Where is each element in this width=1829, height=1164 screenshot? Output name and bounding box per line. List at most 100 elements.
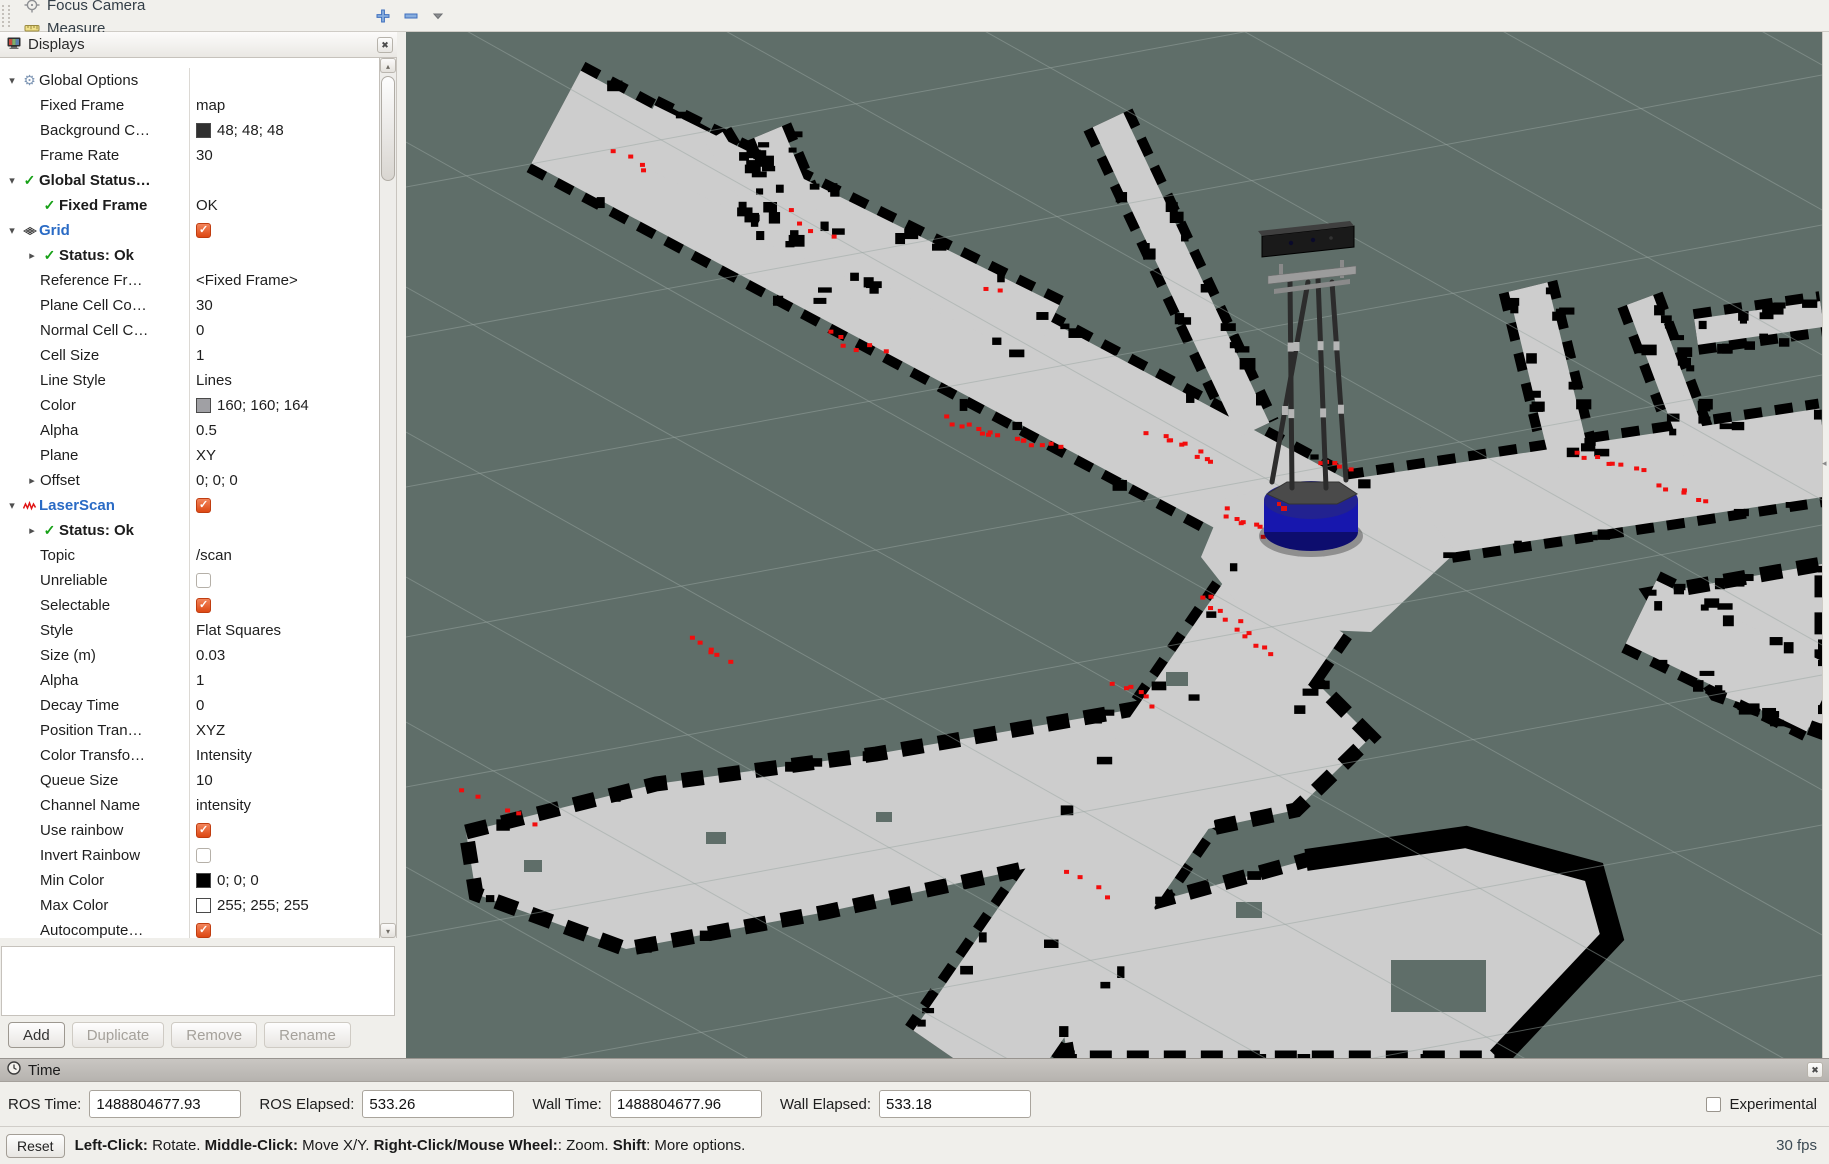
wall-time-input[interactable] [610,1090,762,1118]
property-value-cell[interactable]: Lines [190,368,377,393]
property-row-reference-fr[interactable]: Reference Fr…<Fixed Frame> [0,268,377,293]
property-value-cell[interactable]: XY [190,443,377,468]
tree-scrollbar[interactable]: ▴ ▾ [379,58,396,938]
property-value-cell[interactable]: 160; 160; 164 [190,393,377,418]
property-row-invert-rainbow[interactable]: Invert Rainbow [0,843,377,868]
right-dock-splitter[interactable]: ◂ [1822,32,1829,1058]
property-value-cell[interactable] [190,918,377,938]
property-row-autocompute[interactable]: Autocompute… [0,918,377,938]
property-row-global-status[interactable]: ▾✓Global Status… [0,168,377,193]
property-row-frame-rate[interactable]: Frame Rate30 [0,143,377,168]
property-row-plane[interactable]: PlaneXY [0,443,377,468]
property-value-cell[interactable]: 1 [190,343,377,368]
time-panel-header[interactable]: Time ✖ [0,1058,1829,1082]
close-icon[interactable]: ✖ [377,37,393,53]
property-row-status-ok[interactable]: ▸✓Status: Ok [0,518,377,543]
remove-button[interactable]: Remove [171,1022,257,1048]
add-tool-button[interactable] [373,6,393,26]
property-row-style[interactable]: StyleFlat Squares [0,618,377,643]
displays-panel-header[interactable]: Displays ✖ [0,32,397,58]
remove-tool-button[interactable] [401,6,421,26]
property-value-cell[interactable]: OK [190,193,377,218]
property-row-global-options[interactable]: ▾⚙Global Options [0,68,377,93]
expander-closed-icon[interactable]: ▸ [24,249,40,262]
property-value-cell[interactable]: 1 [190,668,377,693]
checkbox-unchecked[interactable] [196,573,211,588]
scroll-down-icon[interactable]: ▾ [380,923,396,938]
property-value-cell[interactable] [190,568,377,593]
property-value-cell[interactable]: 0.5 [190,418,377,443]
property-row-grid[interactable]: ▾Grid [0,218,377,243]
property-value-cell[interactable]: /scan [190,543,377,568]
property-value-cell[interactable]: 0; 0; 0 [190,868,377,893]
property-row-color[interactable]: Color160; 160; 164 [0,393,377,418]
scrollbar-thumb[interactable] [381,76,395,181]
duplicate-button[interactable]: Duplicate [72,1022,165,1048]
property-row-alpha[interactable]: Alpha0.5 [0,418,377,443]
property-value-cell[interactable]: 0 [190,693,377,718]
color-swatch[interactable] [196,398,211,413]
property-row-status-ok[interactable]: ▸✓Status: Ok [0,243,377,268]
collapse-arrow-icon[interactable]: ◂ [1822,458,1827,469]
property-value-cell[interactable]: 255; 255; 255 [190,893,377,918]
property-value-cell[interactable] [190,493,377,518]
property-row-fixed-frame[interactable]: Fixed Framemap [0,93,377,118]
reset-button[interactable]: Reset [6,1134,65,1158]
expander-closed-icon[interactable]: ▸ [24,474,40,487]
property-value-cell[interactable]: map [190,93,377,118]
property-row-use-rainbow[interactable]: Use rainbow [0,818,377,843]
tool-options-button[interactable] [429,6,447,26]
property-row-alpha[interactable]: Alpha1 [0,668,377,693]
property-value-cell[interactable] [190,843,377,868]
property-value-cell[interactable]: XYZ [190,718,377,743]
expander-open-icon[interactable]: ▾ [4,224,20,237]
property-row-fixed-frame[interactable]: ✓Fixed FrameOK [0,193,377,218]
property-value-cell[interactable]: <Fixed Frame> [190,268,377,293]
property-row-color-transfo[interactable]: Color Transfo…Intensity [0,743,377,768]
property-value-cell[interactable] [190,818,377,843]
property-value-cell[interactable]: 0; 0; 0 [190,468,377,493]
color-swatch[interactable] [196,898,211,913]
scroll-up-icon[interactable]: ▴ [380,58,396,73]
property-value-cell[interactable]: 0 [190,318,377,343]
wall-elapsed-input[interactable] [879,1090,1031,1118]
color-swatch[interactable] [196,873,211,888]
property-row-channel-name[interactable]: Channel Nameintensity [0,793,377,818]
property-value-cell[interactable]: 30 [190,143,377,168]
checkbox-checked[interactable] [196,498,211,513]
property-row-line-style[interactable]: Line StyleLines [0,368,377,393]
property-value-cell[interactable]: 48; 48; 48 [190,118,377,143]
property-value-cell[interactable]: Intensity [190,743,377,768]
tool-focus-camera[interactable]: Focus Camera [16,0,175,17]
add-button[interactable]: Add [8,1022,65,1048]
property-value-cell[interactable]: 30 [190,293,377,318]
property-row-plane-cell-co[interactable]: Plane Cell Co…30 [0,293,377,318]
property-row-queue-size[interactable]: Queue Size10 [0,768,377,793]
property-value-cell[interactable]: 0.03 [190,643,377,668]
expander-closed-icon[interactable]: ▸ [24,524,40,537]
property-row-background-c[interactable]: Background C…48; 48; 48 [0,118,377,143]
expander-open-icon[interactable]: ▾ [4,74,20,87]
property-row-size-m[interactable]: Size (m)0.03 [0,643,377,668]
property-row-offset[interactable]: ▸Offset0; 0; 0 [0,468,377,493]
expander-open-icon[interactable]: ▾ [4,499,20,512]
property-row-laserscan[interactable]: ▾LaserScan [0,493,377,518]
property-row-max-color[interactable]: Max Color255; 255; 255 [0,893,377,918]
property-row-unreliable[interactable]: Unreliable [0,568,377,593]
property-value-cell[interactable]: 10 [190,768,377,793]
property-row-min-color[interactable]: Min Color0; 0; 0 [0,868,377,893]
color-swatch[interactable] [196,123,211,138]
property-value-cell[interactable] [190,218,377,243]
3d-viewport[interactable] [406,32,1822,1058]
property-row-normal-cell-c[interactable]: Normal Cell C…0 [0,318,377,343]
expander-open-icon[interactable]: ▾ [4,174,20,187]
property-row-selectable[interactable]: Selectable [0,593,377,618]
property-row-topic[interactable]: Topic/scan [0,543,377,568]
property-value-cell[interactable] [190,593,377,618]
ros-elapsed-input[interactable] [362,1090,514,1118]
checkbox-checked[interactable] [196,223,211,238]
checkbox-unchecked[interactable] [196,848,211,863]
checkbox-checked[interactable] [196,598,211,613]
property-value-cell[interactable]: intensity [190,793,377,818]
checkbox-checked[interactable] [196,823,211,838]
